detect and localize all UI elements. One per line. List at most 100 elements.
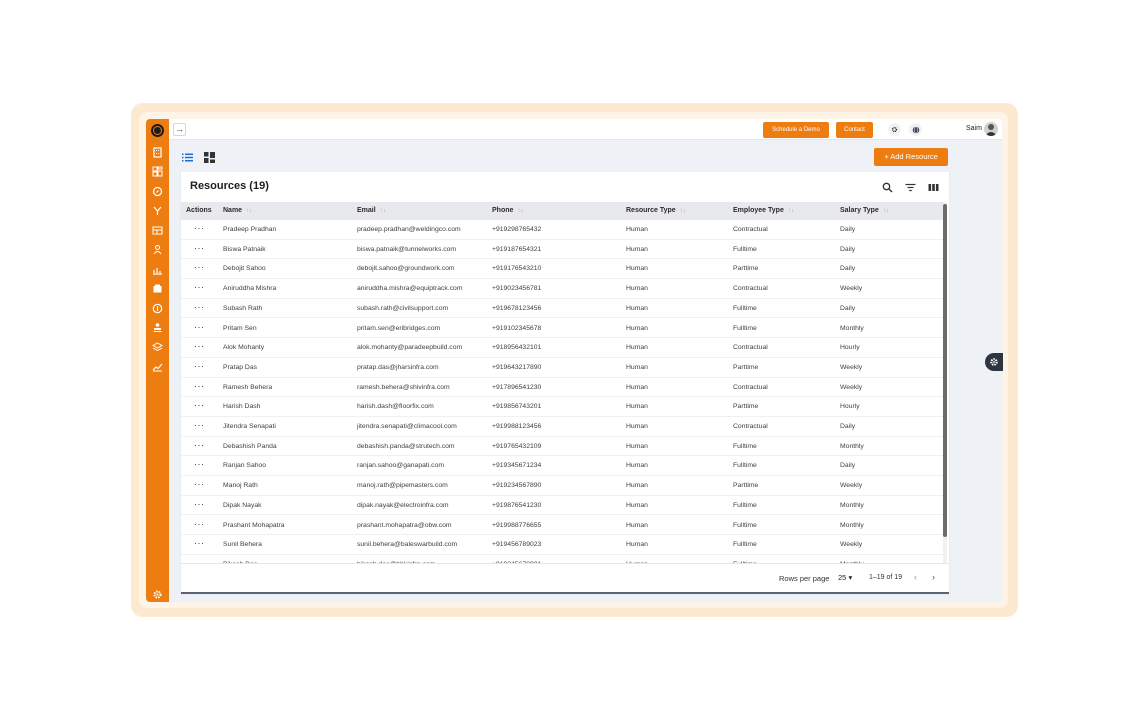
trend-icon[interactable]: [152, 361, 163, 372]
cell-salary-type: Weekly: [840, 383, 863, 391]
user-icon[interactable]: [152, 244, 163, 255]
more-actions-icon[interactable]: ···: [194, 279, 205, 298]
more-actions-icon[interactable]: ···: [194, 535, 205, 554]
sort-icon[interactable]: ↑↓: [517, 208, 523, 214]
logo-icon[interactable]: [151, 124, 164, 137]
cell-phone: +919345671234: [492, 462, 542, 470]
more-actions-icon[interactable]: ···: [194, 496, 205, 515]
more-actions-icon[interactable]: ···: [194, 397, 205, 416]
cell-salary-type: Monthly: [840, 501, 864, 509]
settings-icon[interactable]: [888, 123, 901, 136]
cell-employee-type: Fulltime: [733, 442, 757, 450]
card-bottom-border: [181, 592, 949, 594]
chevron-down-icon[interactable]: ⌄: [1001, 124, 1002, 132]
table-row[interactable]: ··· Dipak Nayak dipak.nayak@electroinfra.c…: [181, 496, 943, 516]
table-row[interactable]: ··· Pradeep Pradhan pradeep.pradhan@weldin…: [181, 220, 943, 240]
previous-page-icon[interactable]: ‹: [914, 572, 917, 582]
table-row[interactable]: ··· Prashant Mohapatra prashant.mohapatra@…: [181, 516, 943, 536]
more-actions-icon[interactable]: ···: [194, 516, 205, 535]
table-row[interactable]: ··· Debashish Panda debashish.panda@strute…: [181, 437, 943, 457]
table-row[interactable]: ··· Pratap Das pratap.das@jharsinfra.com +9…: [181, 358, 943, 378]
contact-button[interactable]: Contact: [836, 122, 873, 138]
cell-name: Biswa Patnaik: [223, 245, 266, 253]
column-header-salary-type[interactable]: Salary Type ↑↓: [840, 202, 889, 220]
avatar[interactable]: [984, 122, 998, 136]
more-actions-icon[interactable]: ···: [194, 456, 205, 475]
table-row[interactable]: ··· Debojit Sahoo debojit.sahoo@groundwork…: [181, 259, 943, 280]
cell-name: Pratap Das: [223, 363, 258, 371]
box-icon[interactable]: [152, 283, 163, 294]
chart-icon[interactable]: [152, 264, 163, 275]
expand-arrow-icon[interactable]: →: [173, 123, 186, 136]
grid-icon[interactable]: [152, 225, 163, 236]
cell-phone: +919643217890: [492, 363, 542, 371]
sort-icon[interactable]: ↑↓: [883, 208, 889, 214]
cell-phone: +919345678901: [492, 555, 541, 563]
column-header-employee-type[interactable]: Employee Type ↑↓: [733, 202, 794, 220]
more-actions-icon[interactable]: ···: [194, 476, 205, 495]
filter-icon[interactable]: [905, 180, 916, 192]
grid-view-icon[interactable]: [204, 150, 215, 163]
more-actions-icon[interactable]: ···: [194, 240, 205, 259]
sort-icon[interactable]: ↑↓: [788, 208, 794, 214]
table-row[interactable]: ··· Ramesh Behera ramesh.behera@shivinfra.…: [181, 378, 943, 398]
table-row[interactable]: ··· Jitendra Senapati jitendra.senapati@cl…: [181, 417, 943, 437]
more-actions-icon[interactable]: ···: [194, 319, 205, 338]
more-actions-icon[interactable]: ···: [194, 437, 205, 456]
add-resource-button[interactable]: + Add Resource: [874, 148, 948, 166]
antenna-icon[interactable]: [152, 205, 163, 216]
table-row[interactable]: ··· Manoj Rath manoj.rath@pipemasters.com +…: [181, 476, 943, 496]
next-page-icon[interactable]: ›: [932, 572, 935, 582]
more-actions-icon[interactable]: ···: [194, 220, 205, 239]
table-row[interactable]: ··· Sunil Behera sunil.behera@baleswarbuil…: [181, 535, 943, 555]
cell-email: sunil.behera@baleswarbuild.com: [357, 541, 458, 549]
sort-icon[interactable]: ↑↓: [246, 208, 252, 214]
more-actions-icon[interactable]: ···: [194, 417, 205, 436]
cell-name: Aniruddha Mishra: [223, 285, 277, 293]
compass-icon[interactable]: [152, 186, 163, 197]
table-row[interactable]: ··· Subash Rath subash.rath@civilsupport.c…: [181, 299, 943, 319]
globe-icon[interactable]: [909, 123, 922, 136]
schedule-demo-button[interactable]: Schedule a Demo: [763, 122, 829, 138]
columns-icon[interactable]: [928, 180, 939, 191]
cell-salary-type: Daily: [840, 245, 856, 253]
more-actions-icon[interactable]: ···: [194, 338, 205, 357]
table-tools: [882, 180, 939, 193]
settings-icon[interactable]: [152, 589, 163, 600]
cell-email: manoj.rath@pipemasters.com: [357, 482, 448, 490]
table-row[interactable]: ··· Alok Mohanty alok.mohanty@paradeepbuil…: [181, 338, 943, 358]
more-actions-icon[interactable]: ···: [194, 259, 205, 278]
column-header-email[interactable]: Email ↑↓: [357, 202, 386, 220]
scrollbar[interactable]: [943, 202, 947, 563]
building-icon[interactable]: [152, 147, 163, 158]
more-actions-icon[interactable]: ···: [194, 378, 205, 397]
table-row[interactable]: ··· Bikash Das bikash.das@bhkinfra.com +919…: [181, 555, 943, 563]
dashboard-icon[interactable]: [152, 166, 163, 177]
table-row[interactable]: ··· Harish Dash harish.dash@floorfix.com +9…: [181, 397, 943, 417]
table-row[interactable]: ··· Aniruddha Mishra aniruddha.mishra@equi…: [181, 279, 943, 299]
stamp-icon[interactable]: [152, 322, 163, 333]
floating-settings-button[interactable]: [985, 353, 1003, 371]
rows-per-page-select[interactable]: 25 ▾: [838, 573, 852, 582]
cell-employee-type: Fulltime: [733, 555, 757, 563]
layers-icon[interactable]: [152, 342, 163, 353]
table-row[interactable]: ··· Biswa Patnaik biswa.patnaik@tunnelwork…: [181, 240, 943, 260]
more-actions-icon[interactable]: ···: [194, 358, 205, 377]
more-actions-icon[interactable]: ···: [194, 555, 205, 563]
list-view-icon[interactable]: [182, 150, 193, 162]
dollar-icon[interactable]: [152, 303, 163, 314]
scroll-thumb[interactable]: [943, 204, 947, 537]
more-actions-icon[interactable]: ···: [194, 299, 205, 318]
column-header-phone[interactable]: Phone ↑↓: [492, 202, 523, 220]
cell-salary-type: Hourly: [840, 344, 860, 352]
sort-icon[interactable]: ↑↓: [380, 208, 386, 214]
user-name[interactable]: Saim: [966, 125, 982, 132]
table-row[interactable]: ··· Ranjan Sahoo ranjan.sahoo@ganapati.com…: [181, 456, 943, 477]
column-header-resource-type[interactable]: Resource Type ↑↓: [626, 202, 686, 220]
sort-icon[interactable]: ↑↓: [680, 208, 686, 214]
table-row[interactable]: ··· Pritam Sen pritam.sen@eribridges.com +9…: [181, 319, 943, 339]
column-header-name[interactable]: Name ↑↓: [223, 202, 252, 220]
search-icon[interactable]: [882, 180, 893, 193]
cell-phone: +919187654321: [492, 245, 542, 253]
cell-email: bikash.das@bhkinfra.com: [357, 555, 435, 563]
